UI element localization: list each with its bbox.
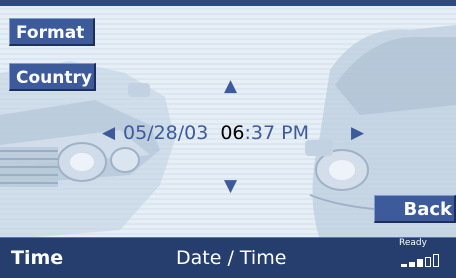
country-button[interactable]: Country	[9, 63, 96, 91]
arrow-down-icon[interactable]: ▼	[224, 178, 237, 195]
date-time-display: 05/28/03 06:37 PM	[123, 122, 309, 144]
screen: Format Country Back ▲ ▼ ◀ ▶ 05/28/03 06:3…	[0, 0, 456, 278]
footer-title: Date / Time	[176, 247, 287, 269]
signal-bar	[417, 259, 423, 267]
signal-bar	[425, 256, 431, 267]
arrow-right-icon[interactable]: ▶	[351, 125, 364, 142]
date-value: 05/28/03	[123, 122, 209, 144]
back-button[interactable]: Back	[374, 195, 456, 223]
footer-left-label: Time	[11, 247, 64, 269]
status-label: Ready	[399, 238, 427, 248]
signal-bar	[409, 261, 415, 267]
arrow-left-icon[interactable]: ◀	[102, 125, 115, 142]
arrow-up-icon[interactable]: ▲	[224, 78, 237, 95]
signal-strength-icon	[401, 253, 441, 267]
hour-value: 06	[220, 122, 245, 144]
minutes-ampm-value: :37 PM	[244, 122, 309, 144]
signal-bar	[401, 264, 407, 267]
top-bar	[0, 0, 456, 6]
signal-bar	[433, 254, 439, 267]
format-button[interactable]: Format	[9, 18, 95, 46]
